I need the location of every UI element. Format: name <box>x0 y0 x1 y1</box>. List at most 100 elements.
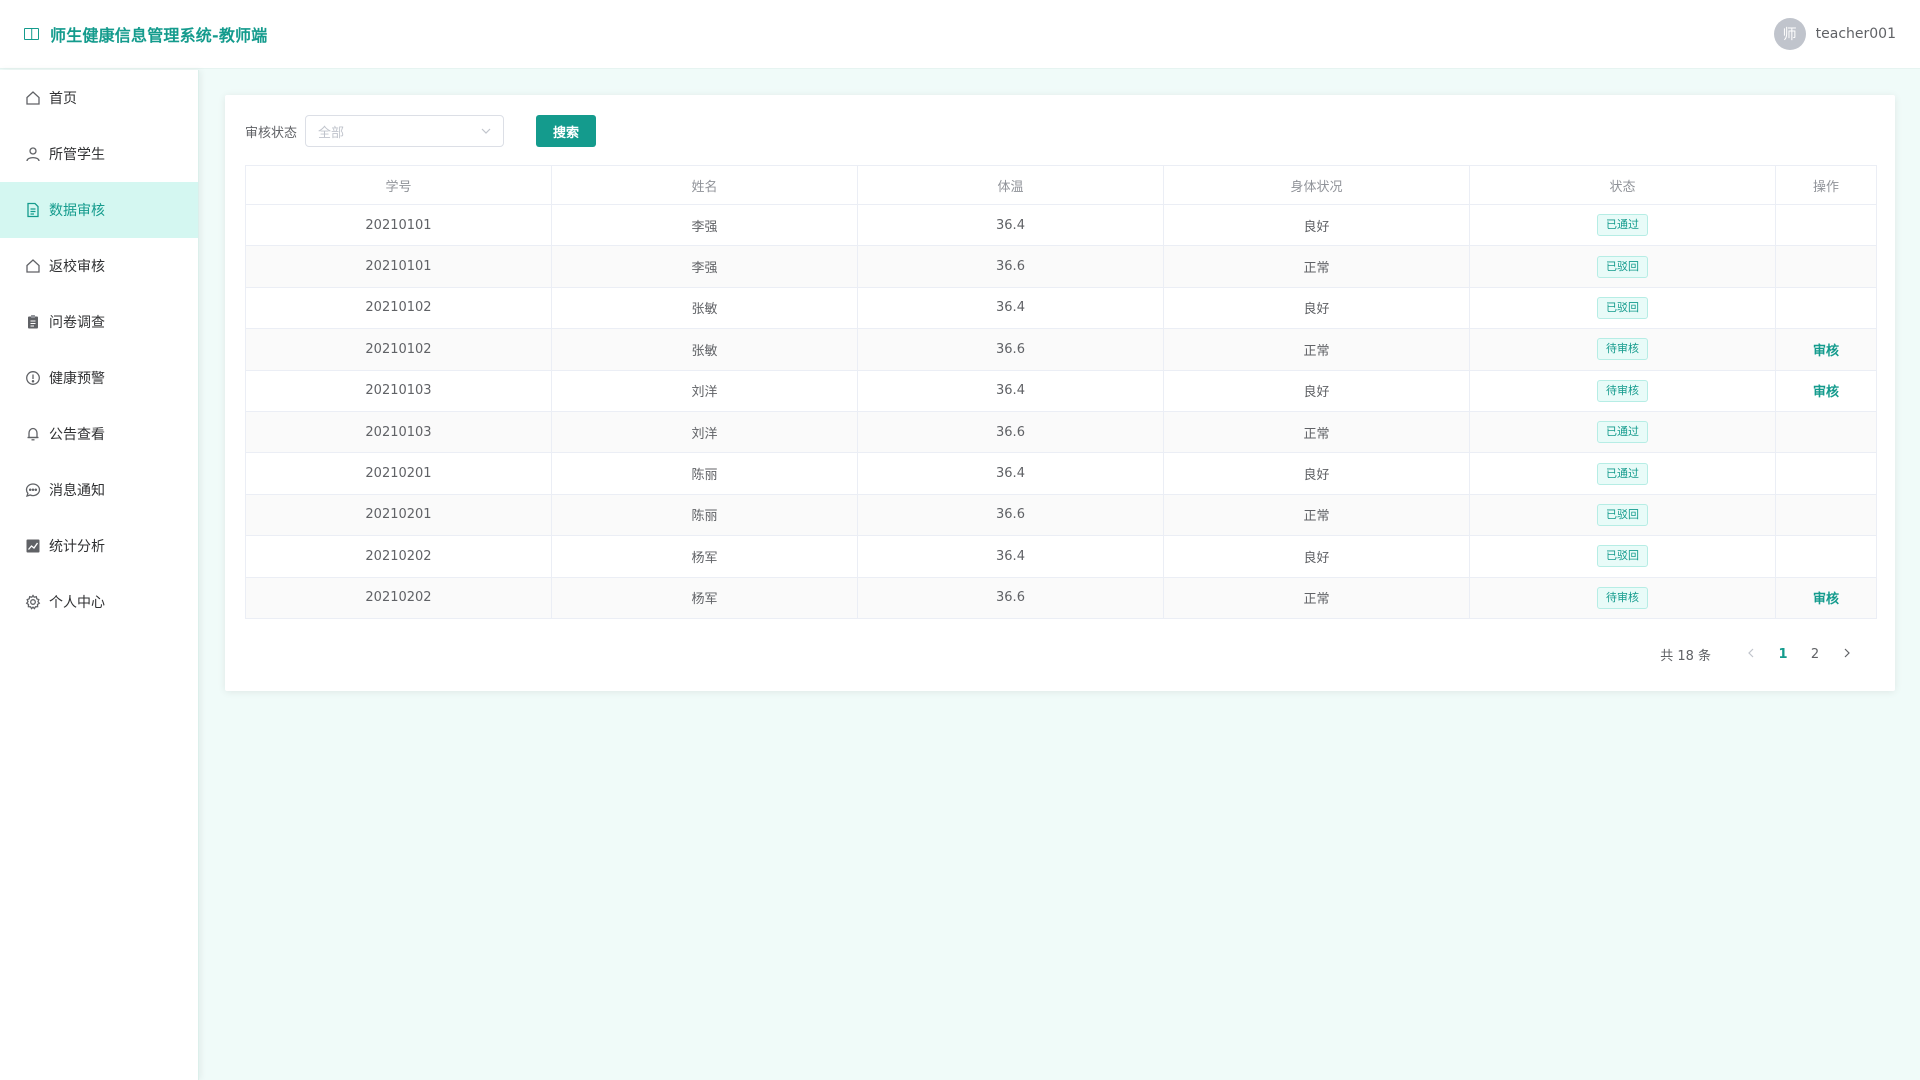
cell-status: 已驳回 <box>1469 535 1776 578</box>
sidebar-item-label: 所管学生 <box>49 147 105 163</box>
cell-condition: 正常 <box>1163 410 1470 454</box>
sidebar-item-announcements[interactable]: 公告查看 <box>0 406 198 462</box>
cell-temperature: 36.4 <box>857 535 1164 578</box>
cell-name: 张敏 <box>551 286 858 330</box>
sidebar-item-profile[interactable]: 个人中心 <box>0 574 198 630</box>
status-badge: 已通过 <box>1597 421 1648 444</box>
clipboard-icon <box>24 313 42 331</box>
cell-name: 陈丽 <box>551 452 858 495</box>
status-badge: 待审核 <box>1597 379 1648 402</box>
cell-name: 张敏 <box>551 328 858 371</box>
cell-status: 已驳回 <box>1469 493 1776 537</box>
cell-student-id: 20210201 <box>245 493 552 537</box>
cell-student-id: 20210202 <box>245 576 552 619</box>
status-select-value: 全部 <box>318 125 345 141</box>
avatar[interactable]: 师 <box>1773 18 1806 50</box>
cell-student-id: 20210103 <box>245 369 552 412</box>
review-link[interactable]: 审核 <box>1813 592 1839 607</box>
cell-condition: 良好 <box>1163 535 1470 578</box>
cell-action <box>1775 203 1877 247</box>
sidebar-item-statistics[interactable]: 统计分析 <box>0 518 198 574</box>
status-select[interactable]: 全部 <box>305 115 505 147</box>
cell-status: 已驳回 <box>1469 245 1776 288</box>
cell-action <box>1775 286 1877 330</box>
pagination-page-2[interactable]: 2 <box>1799 647 1831 662</box>
sidebar-item-label: 返校审核 <box>49 259 105 275</box>
cell-name: 杨军 <box>551 535 858 578</box>
pagination: 共 18 条 1 2 <box>1660 645 1863 664</box>
column-header-student-id: 学号 <box>245 165 552 205</box>
search-button[interactable]: 搜索 <box>536 115 597 147</box>
column-header-action: 操作 <box>1775 165 1877 205</box>
status-badge: 待审核 <box>1597 586 1648 609</box>
cell-status: 已通过 <box>1469 452 1776 495</box>
sidebar-item-data-review[interactable]: 数据审核 <box>0 182 198 238</box>
sidebar-item-label: 消息通知 <box>49 483 105 499</box>
sidebar-item-messages[interactable]: 消息通知 <box>0 462 198 518</box>
cell-condition: 正常 <box>1163 576 1470 619</box>
sidebar-item-students[interactable]: 所管学生 <box>0 126 198 182</box>
cell-status: 已通过 <box>1469 203 1776 247</box>
cell-student-id: 20210103 <box>245 410 552 454</box>
cell-condition: 正常 <box>1163 245 1470 288</box>
cell-condition: 良好 <box>1163 369 1470 412</box>
status-badge: 已通过 <box>1597 214 1648 237</box>
sidebar: 首页 所管学生 数据审核 返校审核 问卷调查 健康预警 公告查看 消息通知 统计… <box>0 70 199 1080</box>
home-icon <box>24 89 42 107</box>
review-link[interactable]: 审核 <box>1813 385 1839 400</box>
cell-name: 陈丽 <box>551 493 858 537</box>
pagination-prev-button[interactable] <box>1735 647 1767 662</box>
sidebar-item-survey[interactable]: 问卷调查 <box>0 294 198 350</box>
cell-temperature: 36.6 <box>857 493 1164 537</box>
app-title: 师生健康信息管理系统-教师端 <box>50 26 268 45</box>
status-badge: 待审核 <box>1597 338 1648 361</box>
sidebar-item-health-warning[interactable]: 健康预警 <box>0 350 198 406</box>
cell-name: 刘洋 <box>551 410 858 454</box>
cell-name: 李强 <box>551 245 858 288</box>
cell-temperature: 36.6 <box>857 245 1164 288</box>
column-header-status: 状态 <box>1469 165 1776 205</box>
chart-icon <box>24 537 42 555</box>
pagination-total: 共 18 条 <box>1660 649 1711 664</box>
table-row: 20210102 张敏 36.6 正常 待审核 审核 <box>245 328 1877 371</box>
table-row: 20210202 杨军 36.4 良好 已驳回 <box>245 535 1877 578</box>
sidebar-item-label: 统计分析 <box>49 539 105 555</box>
table-row: 20210103 刘洋 36.6 正常 已通过 <box>245 410 1877 454</box>
sidebar-item-label: 问卷调查 <box>49 315 105 331</box>
bell-icon <box>24 425 42 443</box>
chevron-left-icon <box>1748 648 1754 658</box>
gear-icon <box>24 593 42 611</box>
table-row: 20210102 张敏 36.4 良好 已驳回 <box>245 286 1877 330</box>
sidebar-item-return-review[interactable]: 返校审核 <box>0 238 198 294</box>
status-badge: 已驳回 <box>1597 296 1648 319</box>
review-table: 学号 姓名 体温 身体状况 状态 操作 20210101 李强 36.4 良好 … <box>245 165 1877 619</box>
cell-student-id: 20210202 <box>245 535 552 578</box>
pagination-page-1[interactable]: 1 <box>1767 647 1799 662</box>
sidebar-item-label: 公告查看 <box>49 427 105 443</box>
cell-status: 待审核 <box>1469 576 1776 619</box>
status-badge: 已驳回 <box>1597 503 1648 526</box>
cell-temperature: 36.4 <box>857 369 1164 412</box>
cell-student-id: 20210102 <box>245 286 552 330</box>
sidebar-item-home[interactable]: 首页 <box>0 70 198 126</box>
cell-action <box>1775 535 1877 578</box>
sidebar-item-label: 首页 <box>49 91 77 107</box>
warning-icon <box>24 369 42 387</box>
table-row: 20210103 刘洋 36.4 良好 待审核 审核 <box>245 369 1877 412</box>
cell-action: 审核 <box>1775 328 1877 371</box>
cell-temperature: 36.6 <box>857 576 1164 619</box>
pagination-next-button[interactable] <box>1831 647 1863 662</box>
review-link[interactable]: 审核 <box>1813 344 1839 359</box>
user-menu[interactable]: 师 teacher001 <box>1773 18 1896 50</box>
cell-name: 杨军 <box>551 576 858 619</box>
book-icon <box>24 28 39 40</box>
data-review-card: 审核 状态 全部 搜索 学号 姓名 体温 身体状况 状态 操作 20210101 … <box>225 95 1895 691</box>
username[interactable]: teacher001 <box>1816 26 1896 42</box>
user-icon <box>24 145 42 163</box>
cell-condition: 良好 <box>1163 452 1470 495</box>
column-header-condition: 身体状况 <box>1163 165 1470 205</box>
table-row: 20210202 杨军 36.6 正常 待审核 审核 <box>245 576 1877 619</box>
sidebar-item-label: 数据审核 <box>49 203 105 219</box>
cell-action: 审核 <box>1775 576 1877 619</box>
chevron-right-icon <box>1844 648 1850 658</box>
